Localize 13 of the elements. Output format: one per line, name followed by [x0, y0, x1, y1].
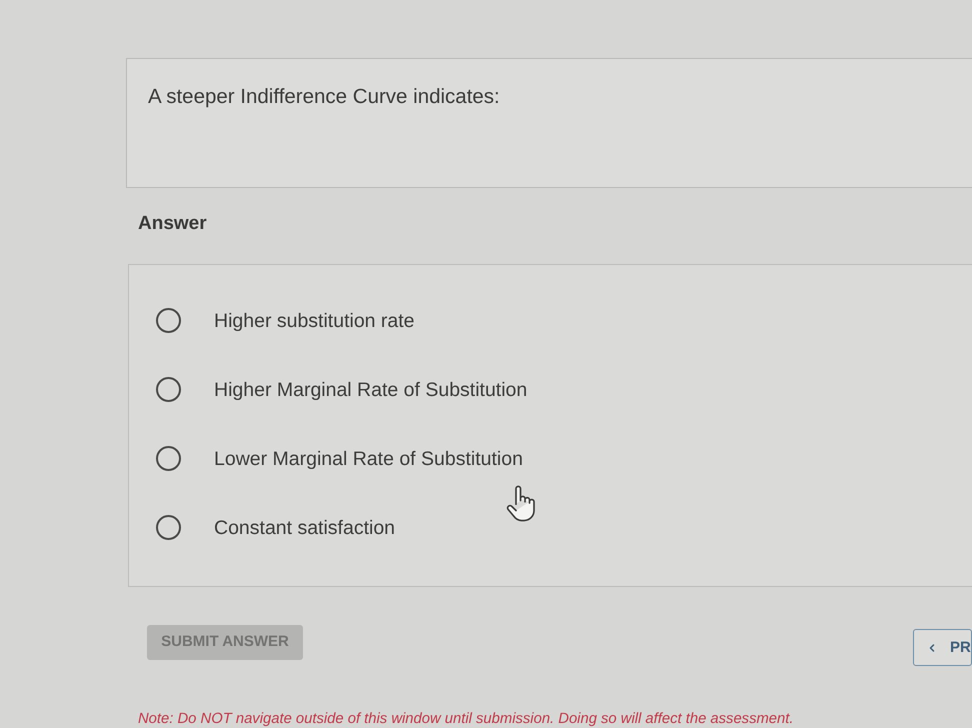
question-text: A steeper Indifference Curve indicates:	[148, 85, 500, 108]
radio-button-icon[interactable]	[156, 377, 181, 402]
radio-button-icon[interactable]	[156, 515, 181, 540]
hand-cursor-icon	[506, 484, 536, 522]
option-label[interactable]: Higher substitution rate	[214, 308, 415, 332]
option-label[interactable]: Constant satisfaction	[214, 516, 396, 540]
previous-button[interactable]: PR	[913, 629, 972, 666]
warning-note: Note: Do NOT navigate outside of this window until submission. Doing so will affect the assessment.	[138, 711, 794, 727]
option-label[interactable]: Lower Marginal Rate of Substitution	[214, 446, 523, 470]
option-label[interactable]: Higher Marginal Rate of Substitution	[214, 378, 528, 402]
radio-button-icon[interactable]	[156, 308, 181, 333]
radio-button-icon[interactable]	[156, 446, 181, 471]
answer-heading: Answer	[138, 213, 207, 234]
